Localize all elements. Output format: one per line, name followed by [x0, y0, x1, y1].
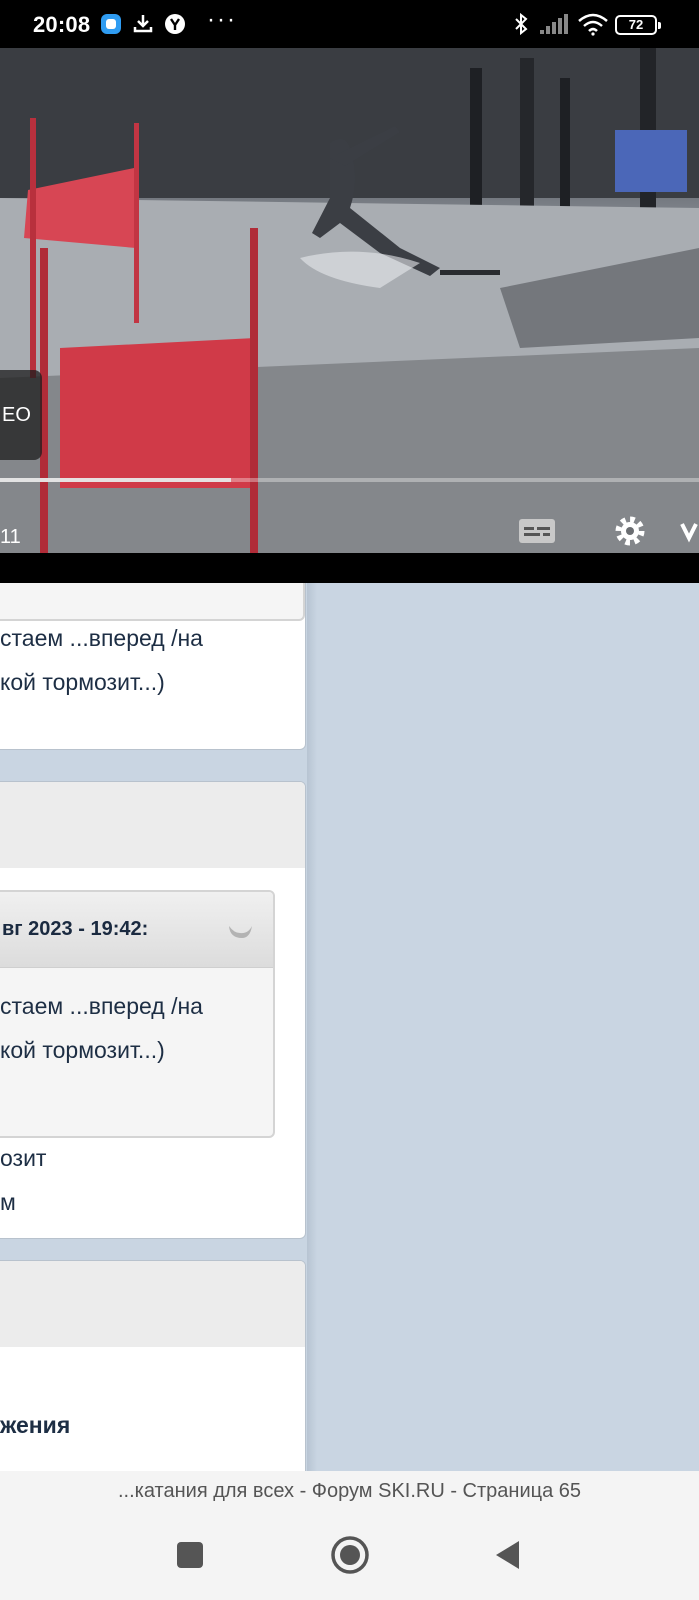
post-1-line-2: кой тормозит...) [0, 669, 165, 695]
captions-icon[interactable] [517, 514, 557, 548]
page-title-bar[interactable]: ...катания для всех - Форум SKI.RU - Стр… [0, 1471, 699, 1511]
app-notification-icon [101, 14, 121, 34]
download-icon [133, 15, 153, 33]
wifi-icon [578, 13, 608, 36]
back-button[interactable] [486, 1533, 530, 1577]
post-3-header [0, 1261, 305, 1347]
status-bar: 20:08 ··· 72 [0, 0, 699, 48]
signal-icon [540, 14, 568, 34]
recent-apps-button[interactable] [168, 1533, 212, 1577]
battery-icon: 72 [615, 15, 661, 35]
post-2-quote-header: вг 2023 - 19:42: [0, 892, 273, 968]
circle-icon [331, 1536, 369, 1574]
video-player[interactable]: EO 11 [0, 48, 699, 553]
page-gutter [307, 583, 317, 1471]
more-dots-icon: ··· [207, 6, 237, 33]
system-navigation-bar [0, 1511, 699, 1600]
home-button[interactable] [328, 1533, 372, 1577]
video-overlay-label[interactable]: EO [0, 370, 42, 460]
forum-post-3 [0, 1260, 306, 1471]
post-2-header [0, 782, 305, 868]
video-elapsed-time: 11 [0, 526, 21, 548]
back-triangle-icon [496, 1541, 519, 1569]
square-icon [177, 1542, 203, 1568]
post-2-quote-author-date: вг 2023 - 19:42: [2, 918, 149, 940]
post-2-line-2: м [0, 1189, 16, 1215]
video-bottom-bar [0, 553, 699, 583]
video-progress-bar[interactable] [0, 478, 699, 482]
bluetooth-icon [515, 12, 528, 36]
status-time: 20:08 [33, 12, 91, 37]
post-2-line-1: озит [0, 1145, 47, 1171]
video-progress-fill [0, 478, 231, 482]
post-2-quote-line-1: стаем ...вперед /на [0, 993, 203, 1019]
yandex-browser-icon [165, 14, 185, 34]
forum-page[interactable]: стаем ...вперед /на кой тормозит...) вг … [0, 583, 699, 1471]
page-title: ...катания для всех - Форум SKI.RU - Стр… [118, 1480, 581, 1502]
youtube-logo-icon[interactable] [680, 514, 699, 548]
forum-post-1 [0, 583, 306, 750]
post-2-quote-line-2: кой тормозит...) [0, 1037, 165, 1063]
post-1-quote-tail [0, 583, 305, 621]
post-1-line-1: стаем ...вперед /на [0, 625, 203, 651]
settings-gear-icon[interactable] [610, 514, 650, 548]
quote-link-icon[interactable] [226, 920, 254, 942]
post-3-heading: жения [0, 1412, 71, 1438]
